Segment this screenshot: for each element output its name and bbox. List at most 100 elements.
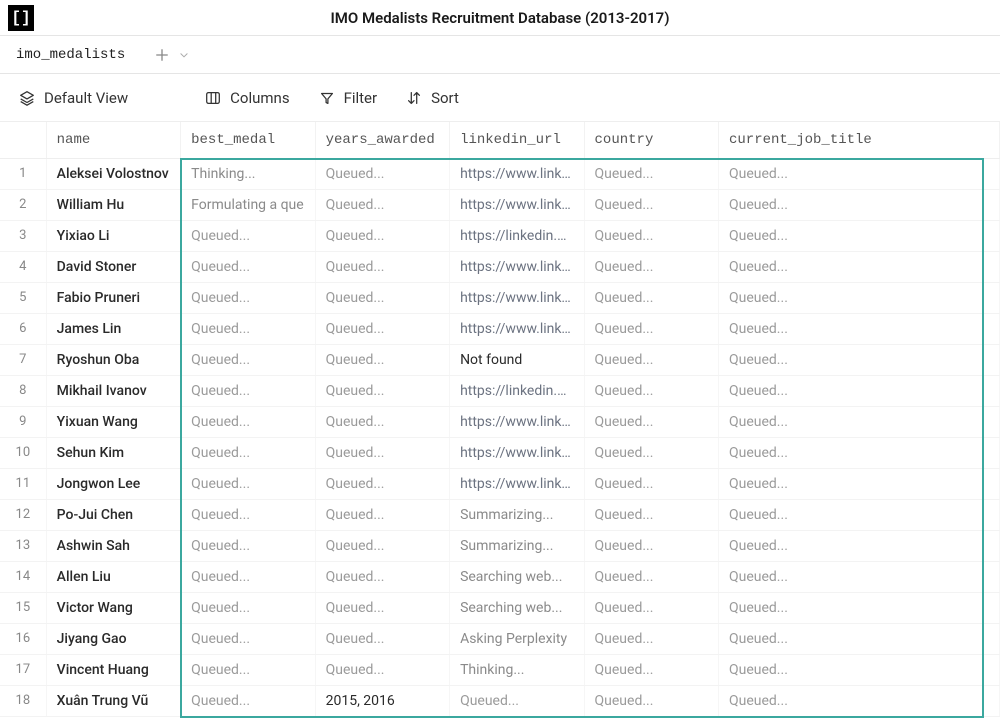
cell-linkedin-url[interactable]: https://www.linked: [450, 437, 584, 468]
cell-name[interactable]: Jiyang Gao: [46, 623, 180, 654]
cell-country[interactable]: Queued...: [584, 530, 718, 561]
row-number[interactable]: 11: [0, 468, 46, 499]
table-row[interactable]: 9Yixuan WangQueued...Queued...https://ww…: [0, 406, 1000, 437]
cell-linkedin-url[interactable]: Summarizing...: [450, 499, 584, 530]
row-number[interactable]: 7: [0, 344, 46, 375]
cell-years-awarded[interactable]: 2015, 2016: [315, 685, 449, 716]
cell-country[interactable]: Queued...: [584, 499, 718, 530]
row-number[interactable]: 2: [0, 189, 46, 220]
cell-years-awarded[interactable]: Queued...: [315, 282, 449, 313]
cell-country[interactable]: Queued...: [584, 561, 718, 592]
row-number[interactable]: 9: [0, 406, 46, 437]
cell-years-awarded[interactable]: Queued...: [315, 158, 449, 189]
filter-button[interactable]: Filter: [318, 89, 378, 107]
cell-best-medal[interactable]: Queued...: [181, 468, 315, 499]
cell-country[interactable]: Queued...: [584, 623, 718, 654]
cell-country[interactable]: Queued...: [584, 685, 718, 716]
cell-linkedin-url[interactable]: https://www.linked: [450, 189, 584, 220]
table-row[interactable]: 15Victor WangQueued...Queued...Searching…: [0, 592, 1000, 623]
table-row[interactable]: 3Yixiao LiQueued...Queued...https://link…: [0, 220, 1000, 251]
cell-name[interactable]: Xuân Trung Vũ: [46, 685, 180, 716]
row-number[interactable]: 17: [0, 654, 46, 685]
cell-name[interactable]: William Hu: [46, 189, 180, 220]
cell-linkedin-url[interactable]: https://www.linked: [450, 468, 584, 499]
table-row[interactable]: 17Vincent HuangQueued...Queued...Thinkin…: [0, 654, 1000, 685]
cell-years-awarded[interactable]: Queued...: [315, 592, 449, 623]
cell-job-title[interactable]: Queued...: [719, 282, 1000, 313]
cell-years-awarded[interactable]: Queued...: [315, 313, 449, 344]
cell-linkedin-url[interactable]: Not found: [450, 344, 584, 375]
row-number[interactable]: 15: [0, 592, 46, 623]
col-years-awarded[interactable]: years_awarded: [315, 122, 449, 158]
cell-country[interactable]: Queued...: [584, 220, 718, 251]
cell-years-awarded[interactable]: Queued...: [315, 251, 449, 282]
cell-country[interactable]: Queued...: [584, 344, 718, 375]
table-row[interactable]: 2William HuFormulating a queQueued...htt…: [0, 189, 1000, 220]
table-row[interactable]: 1Aleksei VolostnovThinking...Queued...ht…: [0, 158, 1000, 189]
add-tab-button[interactable]: [153, 46, 193, 64]
cell-linkedin-url[interactable]: Queued...: [450, 685, 584, 716]
cell-name[interactable]: Jongwon Lee: [46, 468, 180, 499]
row-number[interactable]: 12: [0, 499, 46, 530]
cell-linkedin-url[interactable]: Searching web...: [450, 592, 584, 623]
cell-best-medal[interactable]: Queued...: [181, 530, 315, 561]
cell-name[interactable]: Mikhail Ivanov: [46, 375, 180, 406]
cell-country[interactable]: Queued...: [584, 592, 718, 623]
cell-best-medal[interactable]: Queued...: [181, 282, 315, 313]
row-number[interactable]: 6: [0, 313, 46, 344]
cell-linkedin-url[interactable]: https://linkedin.com: [450, 375, 584, 406]
table-row[interactable]: 8Mikhail IvanovQueued...Queued...https:/…: [0, 375, 1000, 406]
cell-linkedin-url[interactable]: Searching web...: [450, 561, 584, 592]
app-logo[interactable]: []: [8, 5, 34, 31]
cell-linkedin-url[interactable]: https://www.linked: [450, 158, 584, 189]
cell-country[interactable]: Queued...: [584, 158, 718, 189]
col-country[interactable]: country: [584, 122, 718, 158]
row-number[interactable]: 16: [0, 623, 46, 654]
cell-years-awarded[interactable]: Queued...: [315, 561, 449, 592]
cell-job-title[interactable]: Queued...: [719, 437, 1000, 468]
table-row[interactable]: 10Sehun KimQueued...Queued...https://www…: [0, 437, 1000, 468]
cell-country[interactable]: Queued...: [584, 282, 718, 313]
cell-linkedin-url[interactable]: Asking Perplexity: [450, 623, 584, 654]
view-selector[interactable]: Default View: [18, 89, 128, 107]
cell-name[interactable]: Vincent Huang: [46, 654, 180, 685]
table-row[interactable]: 6James LinQueued...Queued...https://www.…: [0, 313, 1000, 344]
cell-job-title[interactable]: Queued...: [719, 220, 1000, 251]
cell-best-medal[interactable]: Queued...: [181, 313, 315, 344]
row-number[interactable]: 13: [0, 530, 46, 561]
cell-name[interactable]: David Stoner: [46, 251, 180, 282]
row-number[interactable]: 3: [0, 220, 46, 251]
cell-name[interactable]: James Lin: [46, 313, 180, 344]
table-row[interactable]: 4David StonerQueued...Queued...https://w…: [0, 251, 1000, 282]
cell-name[interactable]: Po-Jui Chen: [46, 499, 180, 530]
cell-years-awarded[interactable]: Queued...: [315, 530, 449, 561]
cell-linkedin-url[interactable]: https://www.linked: [450, 406, 584, 437]
cell-years-awarded[interactable]: Queued...: [315, 623, 449, 654]
cell-best-medal[interactable]: Queued...: [181, 344, 315, 375]
col-linkedin-url[interactable]: linkedin_url: [450, 122, 584, 158]
sort-button[interactable]: Sort: [405, 89, 459, 107]
cell-years-awarded[interactable]: Queued...: [315, 220, 449, 251]
cell-name[interactable]: Yixuan Wang: [46, 406, 180, 437]
cell-country[interactable]: Queued...: [584, 313, 718, 344]
cell-best-medal[interactable]: Queued...: [181, 251, 315, 282]
cell-name[interactable]: Ashwin Sah: [46, 530, 180, 561]
cell-job-title[interactable]: Queued...: [719, 499, 1000, 530]
cell-linkedin-url[interactable]: https://linkedin.com: [450, 220, 584, 251]
cell-job-title[interactable]: Queued...: [719, 375, 1000, 406]
cell-job-title[interactable]: Queued...: [719, 530, 1000, 561]
cell-country[interactable]: Queued...: [584, 251, 718, 282]
table-row[interactable]: 14Allen LiuQueued...Queued...Searching w…: [0, 561, 1000, 592]
cell-linkedin-url[interactable]: https://www.linked: [450, 251, 584, 282]
table-row[interactable]: 11Jongwon LeeQueued...Queued...https://w…: [0, 468, 1000, 499]
cell-country[interactable]: Queued...: [584, 654, 718, 685]
cell-best-medal[interactable]: Queued...: [181, 220, 315, 251]
cell-years-awarded[interactable]: Queued...: [315, 468, 449, 499]
cell-country[interactable]: Queued...: [584, 406, 718, 437]
cell-job-title[interactable]: Queued...: [719, 251, 1000, 282]
cell-best-medal[interactable]: Queued...: [181, 437, 315, 468]
cell-name[interactable]: Ryoshun Oba: [46, 344, 180, 375]
cell-country[interactable]: Queued...: [584, 375, 718, 406]
columns-button[interactable]: Columns: [204, 89, 289, 107]
cell-best-medal[interactable]: Queued...: [181, 685, 315, 716]
